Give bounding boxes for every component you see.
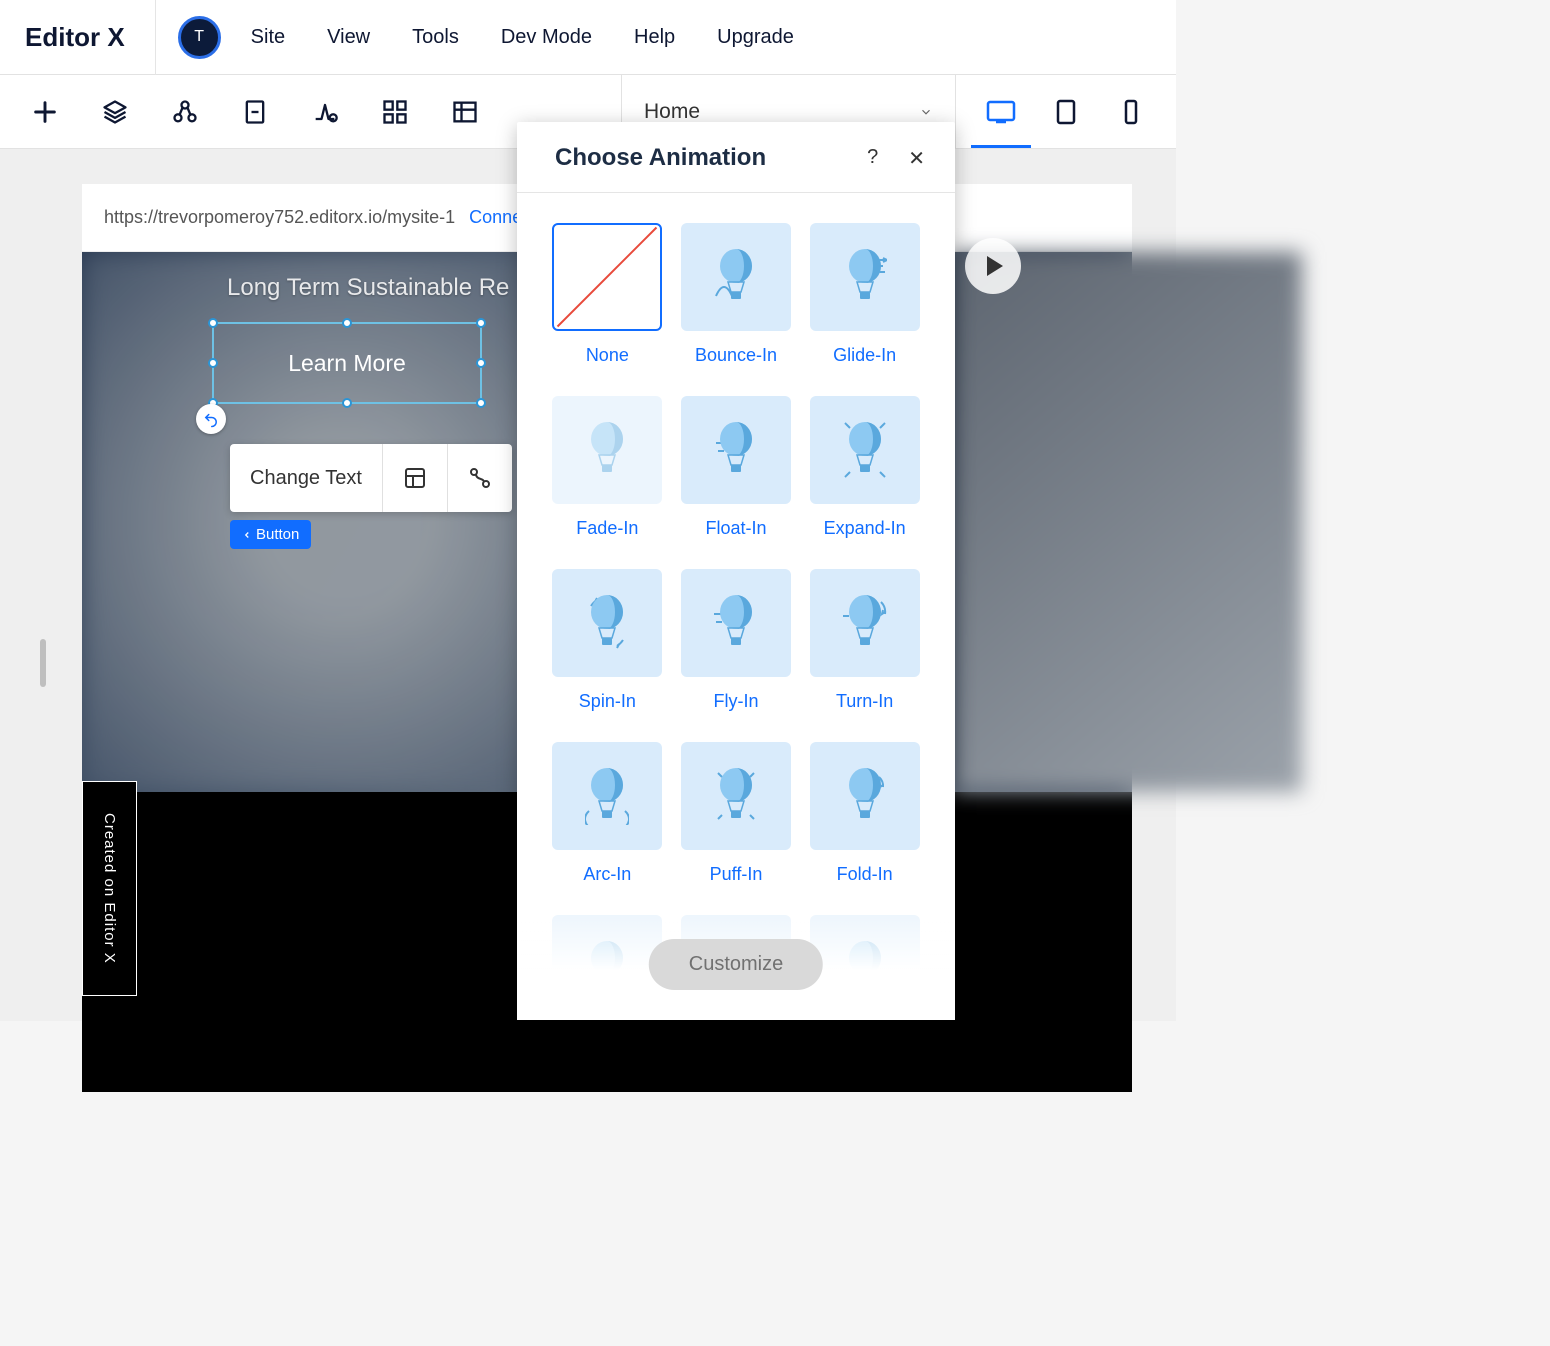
layout-button[interactable] bbox=[383, 444, 447, 512]
device-desktop-icon[interactable] bbox=[986, 97, 1016, 127]
animation-label: Fly-In bbox=[713, 691, 758, 712]
animation-label: Spin-In bbox=[579, 691, 636, 712]
theme-icon[interactable] bbox=[310, 97, 340, 127]
change-text-button[interactable]: Change Text bbox=[230, 444, 382, 512]
selected-button-label: Learn More bbox=[288, 350, 406, 377]
animation-option-spin-in[interactable]: Spin-In bbox=[552, 569, 663, 712]
page-dropdown-label: Home bbox=[644, 100, 700, 124]
menu-site[interactable]: Site bbox=[251, 26, 285, 49]
animation-label: Float-In bbox=[705, 518, 766, 539]
animation-label: Puff-In bbox=[710, 864, 763, 885]
animation-option-more[interactable] bbox=[809, 915, 920, 1020]
element-floating-toolbar: Change Text bbox=[230, 444, 512, 512]
animation-option-fade-in[interactable]: Fade-In bbox=[552, 396, 663, 539]
resize-handle[interactable] bbox=[208, 358, 218, 368]
animation-option-turn-in[interactable]: Turn-In bbox=[809, 569, 920, 712]
created-on-editorx-badge[interactable]: Created on Editor X bbox=[82, 781, 137, 996]
undo-button[interactable] bbox=[196, 404, 226, 434]
chevron-left-icon bbox=[242, 530, 252, 540]
canvas-scrollbar[interactable] bbox=[40, 639, 46, 687]
panel-close-button[interactable]: ✕ bbox=[908, 146, 925, 171]
animation-option-float-in[interactable]: Float-In bbox=[681, 396, 792, 539]
animation-label: Bounce-In bbox=[695, 345, 777, 366]
animation-label: Arc-In bbox=[583, 864, 631, 885]
animation-option-more[interactable] bbox=[552, 915, 663, 1020]
animation-option-none[interactable]: None bbox=[552, 223, 663, 366]
menu-upgrade[interactable]: Upgrade bbox=[717, 26, 794, 49]
breadcrumb-button-tag[interactable]: Button bbox=[230, 520, 311, 549]
panel-help-button[interactable]: ? bbox=[867, 146, 878, 171]
animation-label: Glide-In bbox=[833, 345, 896, 366]
animation-label: Fade-In bbox=[576, 518, 638, 539]
device-mobile-icon[interactable] bbox=[1116, 97, 1146, 127]
animation-label: Fold-In bbox=[837, 864, 893, 885]
resize-handle[interactable] bbox=[476, 398, 486, 408]
user-avatar[interactable]: T bbox=[178, 16, 221, 59]
animation-option-fold-in[interactable]: Fold-In bbox=[809, 742, 920, 885]
menu-tools[interactable]: Tools bbox=[412, 26, 459, 49]
divider bbox=[155, 0, 156, 75]
app-logo: Editor X bbox=[25, 22, 125, 53]
site-url: https://trevorpomeroy752.editorx.io/mysi… bbox=[104, 207, 455, 228]
animation-label: Turn-In bbox=[836, 691, 893, 712]
canvas-overflow bbox=[952, 252, 1302, 792]
animation-option-arc-in[interactable]: Arc-In bbox=[552, 742, 663, 885]
masters-icon[interactable] bbox=[170, 97, 200, 127]
chevron-down-icon bbox=[919, 105, 933, 119]
device-tablet-icon[interactable] bbox=[1051, 97, 1081, 127]
menu-help[interactable]: Help bbox=[634, 26, 675, 49]
animation-option-glide-in[interactable]: Glide-In bbox=[809, 223, 920, 366]
animation-option-expand-in[interactable]: Expand-In bbox=[809, 396, 920, 539]
animation-label: None bbox=[586, 345, 629, 366]
resize-handle[interactable] bbox=[342, 398, 352, 408]
interactions-button[interactable] bbox=[448, 444, 512, 512]
customize-button[interactable]: Customize bbox=[649, 939, 823, 990]
layers-icon[interactable] bbox=[100, 97, 130, 127]
animation-option-fly-in[interactable]: Fly-In bbox=[681, 569, 792, 712]
resize-handle[interactable] bbox=[208, 318, 218, 328]
content-manager-icon[interactable] bbox=[450, 97, 480, 127]
resize-handle[interactable] bbox=[476, 358, 486, 368]
animation-option-puff-in[interactable]: Puff-In bbox=[681, 742, 792, 885]
apps-icon[interactable] bbox=[380, 97, 410, 127]
add-element-icon[interactable] bbox=[30, 97, 60, 127]
animation-panel: Choose Animation ? ✕ None Bounce-In Glid… bbox=[517, 122, 955, 1020]
pages-icon[interactable] bbox=[240, 97, 270, 127]
selected-button-element[interactable]: Learn More bbox=[212, 322, 482, 404]
animation-option-bounce-in[interactable]: Bounce-In bbox=[681, 223, 792, 366]
animation-label: Expand-In bbox=[824, 518, 906, 539]
video-play-icon[interactable] bbox=[965, 238, 1021, 294]
hero-subtitle-text: Long Term Sustainable Re bbox=[227, 274, 509, 302]
resize-handle[interactable] bbox=[476, 318, 486, 328]
menu-dev-mode[interactable]: Dev Mode bbox=[501, 26, 592, 49]
breadcrumb-label: Button bbox=[256, 526, 299, 543]
resize-handle[interactable] bbox=[342, 318, 352, 328]
panel-title: Choose Animation bbox=[555, 144, 867, 172]
menu-view[interactable]: View bbox=[327, 26, 370, 49]
